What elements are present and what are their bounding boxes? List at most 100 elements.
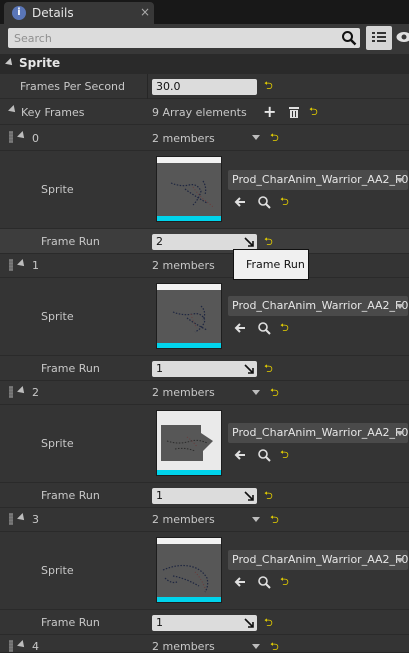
add-element-icon[interactable]: + bbox=[263, 102, 276, 121]
sprite-thumbnail[interactable] bbox=[156, 283, 222, 349]
browse-search-icon[interactable] bbox=[257, 448, 271, 462]
frame-run-field[interactable]: 1 bbox=[152, 615, 257, 631]
members-dropdown[interactable]: 2 members bbox=[152, 386, 215, 399]
chevron-down-icon[interactable] bbox=[252, 644, 260, 649]
members-dropdown[interactable]: 2 members bbox=[152, 132, 215, 145]
reset-to-default-icon[interactable]: ⮌ bbox=[270, 388, 280, 398]
reset-to-default-icon[interactable]: ⮌ bbox=[264, 364, 274, 374]
members-dropdown[interactable]: 2 members bbox=[152, 513, 215, 526]
asset-name: Prod_CharAnim_Warrior_AA2_F03 bbox=[232, 426, 408, 439]
frame-run-field[interactable]: 1 bbox=[152, 488, 257, 504]
sprite-preview-image bbox=[159, 548, 219, 594]
reset-to-default-icon[interactable]: ⮌ bbox=[264, 81, 274, 91]
asset-picker[interactable]: Prod_CharAnim_Warrior_AA2_F02 bbox=[228, 296, 408, 316]
chevron-down-icon[interactable] bbox=[252, 517, 260, 522]
tooltip: Frame Run bbox=[233, 249, 309, 280]
use-selected-arrow-icon[interactable] bbox=[233, 448, 247, 462]
drag-handle[interactable] bbox=[9, 513, 13, 525]
frame-run-value: 1 bbox=[156, 362, 163, 375]
reset-to-default-icon[interactable]: ⮌ bbox=[270, 642, 280, 652]
sprite-thumbnail[interactable] bbox=[156, 410, 222, 476]
drag-handle[interactable] bbox=[9, 386, 13, 398]
reset-to-default-icon[interactable]: ⮌ bbox=[264, 618, 274, 628]
search-box[interactable] bbox=[8, 28, 360, 48]
resize-grip-icon[interactable] bbox=[244, 491, 254, 501]
info-icon: i bbox=[12, 6, 26, 20]
eye-icon[interactable] bbox=[396, 31, 409, 43]
drag-handle[interactable] bbox=[9, 640, 13, 652]
element-index: 2 bbox=[32, 386, 39, 399]
browse-search-icon[interactable] bbox=[257, 321, 271, 335]
browse-search-icon[interactable] bbox=[257, 575, 271, 589]
drag-handle[interactable] bbox=[9, 259, 13, 271]
section-title: Sprite bbox=[19, 56, 60, 70]
sprite-label: Sprite bbox=[41, 564, 74, 577]
use-selected-arrow-icon[interactable] bbox=[233, 321, 247, 335]
members-dropdown[interactable]: 2 members bbox=[152, 259, 215, 272]
chevron-down-icon[interactable] bbox=[252, 390, 260, 395]
frame-run-value: 1 bbox=[156, 489, 163, 502]
sprite-thumbnail[interactable] bbox=[156, 537, 222, 603]
key-frames-label: Key Frames bbox=[21, 106, 84, 119]
view-options-button[interactable] bbox=[366, 26, 392, 50]
tab-title: Details bbox=[32, 6, 74, 20]
asset-picker[interactable]: Prod_CharAnim_Warrior_AA2_F01 bbox=[228, 170, 408, 190]
collapse-arrow-icon[interactable] bbox=[5, 58, 15, 68]
resize-grip-icon[interactable] bbox=[244, 237, 254, 247]
sprite-label: Sprite bbox=[41, 437, 74, 450]
asset-picker[interactable]: Prod_CharAnim_Warrior_AA2_F03 bbox=[228, 423, 408, 443]
close-icon[interactable]: × bbox=[140, 5, 150, 19]
reset-to-default-icon[interactable]: ⮌ bbox=[280, 577, 290, 587]
frame-run-field[interactable]: 1 bbox=[152, 361, 257, 377]
array-count: 9 Array elements bbox=[152, 106, 247, 119]
sprite-preview-image bbox=[163, 296, 215, 338]
trash-icon[interactable] bbox=[287, 105, 301, 119]
sprite-thumbnail[interactable] bbox=[156, 156, 222, 222]
drag-handle[interactable] bbox=[9, 131, 13, 143]
reset-to-default-icon[interactable]: ⮌ bbox=[264, 237, 274, 247]
resize-grip-icon[interactable] bbox=[244, 364, 254, 374]
search-input[interactable] bbox=[8, 28, 340, 48]
sprite-preview-image bbox=[163, 169, 215, 211]
frames-per-second-label: Frames Per Second bbox=[20, 80, 125, 93]
list-view-icon bbox=[371, 30, 387, 46]
reset-to-default-icon[interactable]: ⮌ bbox=[309, 107, 319, 117]
members-dropdown[interactable]: 2 members bbox=[152, 640, 215, 653]
frame-run-label: Frame Run bbox=[41, 362, 100, 375]
resize-grip-icon[interactable] bbox=[244, 618, 254, 628]
reset-to-default-icon[interactable]: ⮌ bbox=[280, 450, 290, 460]
search-icon[interactable] bbox=[341, 30, 357, 46]
frames-per-second-field[interactable]: 30.0 bbox=[152, 79, 257, 95]
reset-to-default-icon[interactable]: ⮌ bbox=[264, 491, 274, 501]
frame-run-label: Frame Run bbox=[41, 235, 100, 248]
browse-search-icon[interactable] bbox=[257, 195, 271, 209]
sprite-label: Sprite bbox=[41, 183, 74, 196]
use-selected-arrow-icon[interactable] bbox=[233, 575, 247, 589]
use-selected-arrow-icon[interactable] bbox=[233, 195, 247, 209]
reset-to-default-icon[interactable]: ⮌ bbox=[270, 515, 280, 525]
reset-to-default-icon[interactable]: ⮌ bbox=[280, 323, 290, 333]
frames-per-second-value: 30.0 bbox=[156, 80, 181, 93]
reset-to-default-icon[interactable]: ⮌ bbox=[280, 197, 290, 207]
chevron-down-icon[interactable] bbox=[396, 431, 404, 436]
frame-run-label: Frame Run bbox=[41, 616, 100, 629]
asset-name: Prod_CharAnim_Warrior_AA2_F04 bbox=[232, 553, 408, 566]
asset-picker[interactable]: Prod_CharAnim_Warrior_AA2_F04 bbox=[228, 550, 408, 570]
asset-name: Prod_CharAnim_Warrior_AA2_F02 bbox=[232, 299, 408, 312]
element-index: 1 bbox=[32, 259, 39, 272]
element-index: 4 bbox=[32, 640, 39, 653]
chevron-down-icon[interactable] bbox=[252, 135, 260, 140]
frame-run-field[interactable]: 2 bbox=[152, 234, 257, 250]
reset-to-default-icon[interactable]: ⮌ bbox=[270, 133, 280, 143]
sprite-label: Sprite bbox=[41, 310, 74, 323]
sprite-preview-image bbox=[157, 411, 221, 469]
chevron-down-icon[interactable] bbox=[396, 178, 404, 183]
section-header-sprite[interactable] bbox=[0, 54, 409, 74]
asset-name: Prod_CharAnim_Warrior_AA2_F01 bbox=[232, 173, 408, 186]
frame-run-value: 2 bbox=[156, 235, 163, 248]
tab-details[interactable]: i Details × bbox=[4, 2, 154, 24]
frame-run-label: Frame Run bbox=[41, 489, 100, 502]
element-index: 0 bbox=[32, 132, 39, 145]
chevron-down-icon[interactable] bbox=[396, 304, 404, 309]
chevron-down-icon[interactable] bbox=[396, 558, 404, 563]
